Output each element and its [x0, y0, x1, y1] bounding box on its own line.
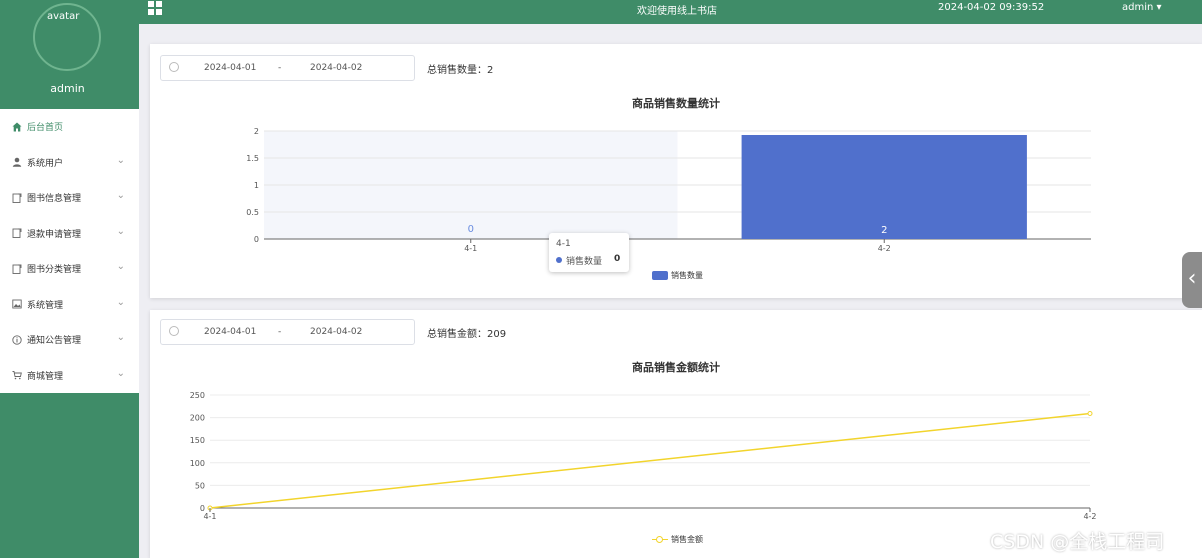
document-icon — [11, 192, 23, 204]
y-tick-label: 50 — [195, 481, 205, 490]
menu-toggle-icon[interactable] — [148, 1, 162, 15]
document-icon — [11, 263, 23, 275]
y-tick-label: 1 — [254, 181, 259, 190]
x-tick-label: 4-2 — [878, 244, 891, 253]
chevron-down-icon: ⌄ — [116, 296, 125, 308]
sidebar-item-book-categories[interactable]: 图书分类管理 ⌄ — [0, 251, 139, 287]
sidebar-item-label: 商城管理 — [27, 371, 64, 382]
user-dropdown-label: admin — [1122, 2, 1154, 13]
sidebar-item-label: 退款申请管理 — [27, 229, 82, 240]
tooltip-value: 0 — [614, 254, 621, 264]
legend-label: 销售数量 — [671, 271, 703, 280]
chevron-left-icon: ‹ — [1187, 266, 1197, 291]
sidebar-item-users[interactable]: 系统用户 ⌄ — [0, 145, 139, 181]
chevron-down-icon: ⌄ — [116, 332, 125, 343]
watermark: CSDN @全栈工程司 — [990, 531, 1165, 553]
data-label: 2 — [881, 225, 887, 236]
picture-icon — [11, 298, 23, 310]
chart-legend[interactable]: 销售数量 — [652, 270, 703, 281]
sidebar-item-label: 图书分类管理 — [27, 265, 82, 276]
current-datetime: 2024-04-02 09:39:52 — [938, 2, 1045, 13]
y-tick-label: 1.5 — [246, 154, 259, 163]
profile-username: admin — [50, 82, 85, 95]
series-line — [209, 412, 1091, 509]
user-icon — [11, 156, 23, 168]
sidebar-item-refunds[interactable]: 退款申请管理 ⌄ — [0, 216, 139, 252]
chevron-down-icon: ⌄ — [116, 154, 125, 166]
sidebar-item-mall[interactable]: 商城管理 ⌄ — [0, 358, 139, 394]
y-tick-label: 2 — [254, 127, 259, 136]
sales-amount-panel: 2024-04-01 - 2024-04-02 总销售金额：209 商品销售金额… — [150, 310, 1202, 558]
y-tick-label: 150 — [190, 436, 205, 445]
sidebar-item-system[interactable]: 系统管理 ⌄ — [0, 287, 139, 323]
document-icon — [11, 227, 23, 239]
sidebar: avatar admin 后台首页 系统用户 ⌄ 图书信息管理 ⌄ 退款申请管理… — [0, 0, 139, 558]
avatar-alt-text: avatar — [47, 11, 80, 22]
sales-quantity-panel: 2024-04-01 - 2024-04-02 总销售数量：2 商品销售数量统计… — [150, 44, 1202, 298]
x-tick-label: 4-2 — [1083, 512, 1096, 521]
cart-icon — [11, 369, 23, 381]
sidebar-item-home[interactable]: 后台首页 — [0, 109, 139, 145]
sidebar-item-book-info[interactable]: 图书信息管理 ⌄ — [0, 180, 139, 216]
avatar[interactable]: avatar — [33, 3, 101, 71]
legend-swatch — [652, 535, 668, 544]
tooltip-series-marker — [556, 257, 562, 263]
home-icon — [11, 121, 23, 133]
y-tick-label: 250 — [190, 391, 205, 400]
sidebar-item-label: 系统管理 — [27, 300, 64, 311]
tooltip-title: 4-1 — [556, 239, 571, 249]
info-icon — [11, 334, 23, 346]
welcome-text: 欢迎使用线上书店 — [637, 6, 717, 17]
chevron-down-icon: ⌄ — [116, 225, 125, 237]
y-tick-label: 0.5 — [246, 208, 259, 217]
y-tick-label: 100 — [190, 459, 205, 468]
data-point — [1087, 411, 1093, 417]
sidebar-item-notices[interactable]: 通知公告管理 ⌄ — [0, 322, 139, 358]
legend-swatch — [652, 271, 668, 280]
sidebar-item-label: 通知公告管理 — [27, 336, 82, 347]
caret-down-icon: ▾ — [1153, 2, 1162, 13]
chart-legend[interactable]: 销售金额 — [652, 534, 703, 545]
sidebar-menu: 后台首页 系统用户 ⌄ 图书信息管理 ⌄ 退款申请管理 ⌄ 图书分类管理 ⌄ 系… — [0, 109, 139, 393]
amount-line-chart: 0501001502002504-1 4-2 — [190, 391, 1097, 521]
quantity-bar-chart: 0 0.5 1 1.5 2 0 4-1 2 4-2 — [246, 127, 1091, 253]
legend-label: 销售金额 — [671, 535, 703, 544]
chevron-down-icon: ⌄ — [116, 367, 125, 379]
top-bar: 欢迎使用线上书店 2024-04-02 09:39:52 admin ▾ — [139, 0, 1202, 24]
x-tick-label: 4-1 — [203, 512, 216, 521]
sidebar-item-label: 后台首页 — [27, 123, 64, 134]
collapse-panel-tab[interactable]: ‹ — [1182, 252, 1202, 308]
chart-tooltip: 4-1 销售数量 0 — [549, 233, 629, 272]
chevron-down-icon: ⌄ — [116, 190, 125, 201]
profile-area: avatar admin — [0, 0, 139, 109]
x-tick-label: 4-1 — [464, 244, 477, 253]
sidebar-item-label: 系统用户 — [27, 158, 64, 169]
bar — [741, 135, 1027, 239]
user-dropdown[interactable]: admin ▾ — [1122, 2, 1162, 13]
tooltip-series-name: 销售数量 — [566, 257, 603, 267]
data-label: 0 — [468, 224, 474, 235]
y-tick-label: 0 — [254, 235, 259, 244]
y-tick-label: 200 — [190, 414, 205, 423]
chevron-down-icon: ⌄ — [116, 261, 125, 272]
sidebar-item-label: 图书信息管理 — [27, 194, 82, 205]
